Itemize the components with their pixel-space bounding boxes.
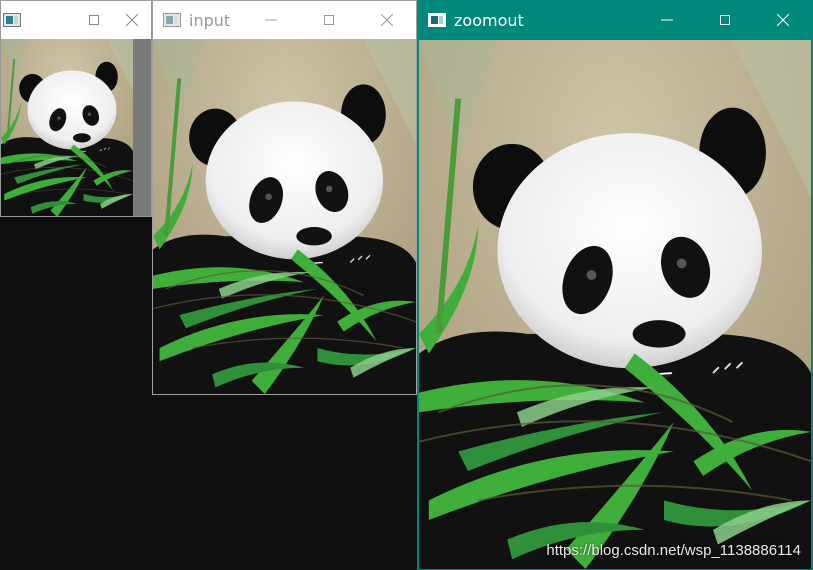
close-icon <box>381 14 393 26</box>
panda-image <box>419 40 811 569</box>
close-button[interactable] <box>113 1 151 39</box>
image-canvas <box>1 39 151 216</box>
window-small[interactable] <box>0 0 152 217</box>
panda-image <box>153 39 416 394</box>
app-icon <box>163 13 181 27</box>
maximize-icon <box>324 15 334 25</box>
minimize-button[interactable] <box>638 1 696 39</box>
image-canvas: https://blog.csdn.net/wsp_1138886114 <box>419 40 811 569</box>
close-button[interactable] <box>358 1 416 39</box>
panda-image <box>1 39 133 216</box>
window-zoomout[interactable]: zoomout https://blog.csdn.net/wsp_113888… <box>417 0 813 570</box>
watermark-url: https://blog.csdn.net/wsp_1138886114 <box>546 542 801 559</box>
titlebar[interactable] <box>1 1 151 39</box>
window-title: zoomout <box>454 10 524 30</box>
maximize-button[interactable] <box>300 1 358 39</box>
app-icon <box>3 13 21 27</box>
minimize-icon <box>661 19 673 21</box>
maximize-icon <box>720 15 730 25</box>
titlebar[interactable]: zoomout <box>418 1 812 39</box>
minimize-button[interactable] <box>242 1 300 39</box>
image-canvas <box>153 39 416 394</box>
close-icon <box>777 14 789 26</box>
maximize-icon <box>89 15 99 25</box>
maximize-button[interactable] <box>75 1 113 39</box>
window-input[interactable]: input <box>152 0 417 395</box>
maximize-button[interactable] <box>696 1 754 39</box>
window-title: input <box>189 10 231 30</box>
titlebar[interactable]: input <box>153 1 416 39</box>
minimize-icon <box>265 19 277 21</box>
close-button[interactable] <box>754 1 812 39</box>
app-icon <box>428 13 446 27</box>
close-icon <box>126 14 138 26</box>
